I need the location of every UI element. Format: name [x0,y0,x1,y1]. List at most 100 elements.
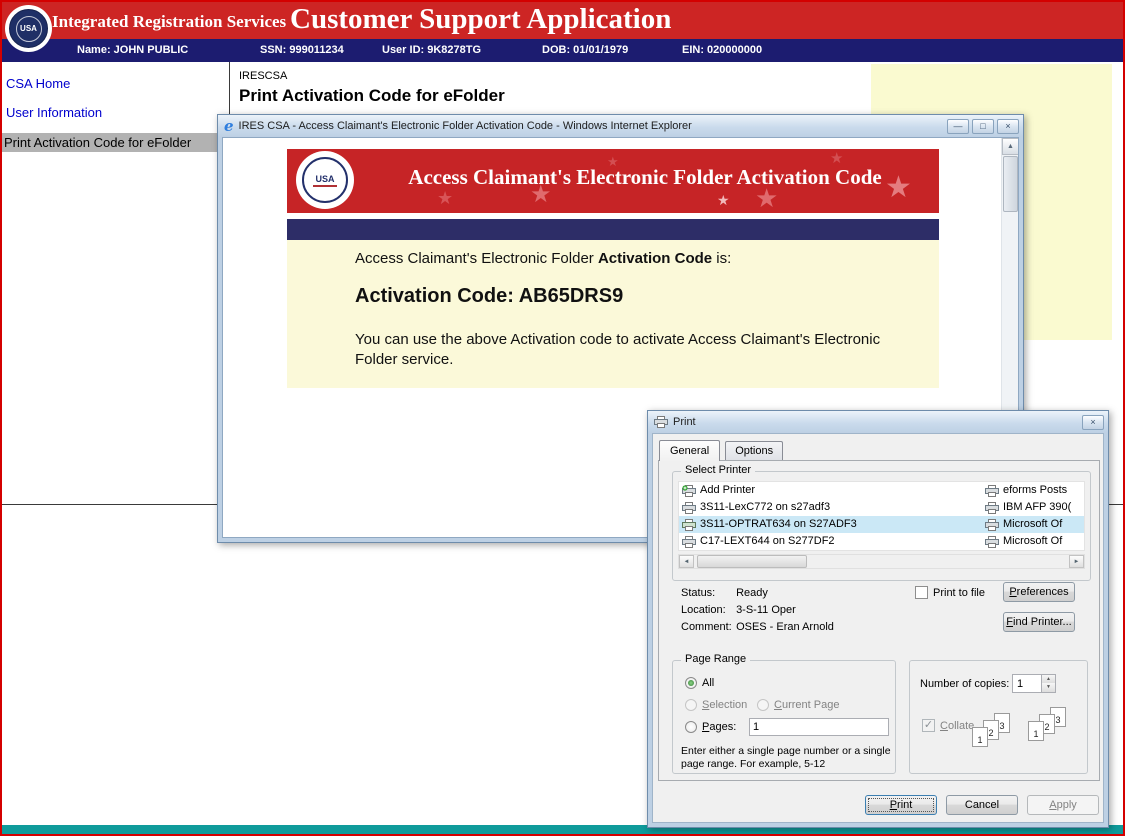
radio-all[interactable] [685,677,697,689]
scroll-left-button[interactable]: ◄ [679,555,694,568]
scroll-up-button[interactable]: ▲ [1002,138,1019,155]
printer-icon [985,519,999,531]
window-title: IRES CSA - Access Claimant's Electronic … [239,120,944,132]
radio-selection[interactable] [685,699,697,711]
maximize-button[interactable]: □ [972,119,994,134]
printer-icon [985,502,999,514]
select-printer-label: Select Printer [681,464,755,476]
collate-pages-icon: 3 2 1 3 2 1 [972,707,1084,767]
user-ssn: SSN: 999011234 [260,44,344,56]
user-name: Name: JOHN PUBLIC [77,44,188,56]
sidebar: CSA Home User Information Print Activati… [2,62,230,504]
collate-checkbox[interactable]: ✓ [922,719,935,732]
tab-general[interactable]: General [659,440,720,461]
status-label: Status: [681,587,733,599]
user-info-bar: Name: JOHN PUBLIC SSN: 999011234 User ID… [2,39,1123,62]
activation-code: Activation Code: AB65DRS9 [355,285,939,308]
scrollbar-thumb[interactable] [1003,156,1018,212]
sidebar-item-user-information[interactable]: User Information [6,105,102,120]
print-dialog-titlebar[interactable]: Print × [648,411,1108,433]
activation-message-line: Access Claimant's Electronic Folder Acti… [355,250,939,267]
select-printer-group: Select Printer Add Printer eforms Posts [672,471,1091,581]
copies-label: Number of copies: [920,678,1009,690]
printer-icon [985,536,999,548]
collate-option: ✓ Collate [922,719,974,732]
brand-title: Integrated Registration Services [52,12,286,32]
comment-value: OSES - Eran Arnold [736,621,834,633]
tab-panel-general: Select Printer Add Printer eforms Posts [658,460,1100,781]
ie-window-titlebar[interactable]: e IRES CSA - Access Claimant's Electroni… [218,115,1023,137]
apply-button[interactable]: Apply [1027,795,1099,815]
close-button[interactable]: × [1082,415,1104,430]
star-icon: ★ [717,193,730,207]
sidebar-item-print-activation-code[interactable]: Print Activation Code for eFolder [2,133,229,152]
copies-group: Number of copies: ▲ ▼ ✓ Collate 3 2 [909,660,1088,774]
tab-options[interactable]: Options [725,441,783,460]
radio-all-option: All [685,677,714,689]
banner-stripe [287,219,939,240]
printer-list: Add Printer eforms Posts 3S11-LexC772 on… [678,481,1085,551]
ssa-seal-emblem: USA [9,9,48,48]
app-header: Integrated Registration Services Custome… [2,2,1123,39]
scrollbar-thumb[interactable] [697,555,807,568]
printer-row[interactable]: C17-LEXT644 on S277DF2 Microsoft Of [679,533,1084,550]
radio-pages[interactable] [685,721,697,733]
close-button[interactable]: × [997,119,1019,134]
star-icon: ★ [830,151,843,166]
find-printer-button[interactable]: Find Printer... [1003,612,1075,632]
user-ein: EIN: 020000000 [682,44,762,56]
user-id: User ID: 9K8278TG [382,44,481,56]
ie-logo-icon: e [224,117,234,135]
printer-icon [654,416,668,428]
status-value: Ready [736,587,768,599]
banner-title: Access Claimant's Electronic Folder Acti… [357,165,933,190]
minimize-button[interactable]: — [947,119,969,134]
content-heading: Print Activation Code for eFolder [239,86,505,106]
radio-current-page[interactable] [757,699,769,711]
print-to-file-label: Print to file [933,587,985,599]
page-range-label: Page Range [681,653,750,665]
printer-icon [682,519,696,531]
radio-selection-option: Selection [685,699,747,711]
page-range-group: Page Range All Selection Current Page [672,660,896,774]
status-row: Status: Ready [681,587,768,599]
print-to-file-checkbox[interactable] [915,586,928,599]
star-icon: ★ [437,189,453,207]
sidebar-item-csa-home[interactable]: CSA Home [6,76,70,91]
preferences-button[interactable]: Preferences [1003,582,1075,602]
activation-message-box: Access Claimant's Electronic Folder Acti… [287,240,939,388]
activation-instructions: You can use the above Activation code to… [355,330,915,371]
dialog-title: Print [673,416,1079,428]
printer-icon [985,485,999,497]
print-button[interactable]: Print [865,795,937,815]
copies-input[interactable] [1013,675,1041,692]
banner-ssa-seal: USA [296,151,354,209]
print-dialog: Print × General Options Select Printer A… [647,410,1109,828]
comment-row: Comment: OSES - Eran Arnold [681,621,834,633]
cancel-button[interactable]: Cancel [946,795,1018,815]
pages-input[interactable] [749,718,889,736]
scroll-right-button[interactable]: ► [1069,555,1084,568]
ssa-seal-logo: USA [5,5,52,52]
page-range-hint: Enter either a single page number or a s… [681,745,893,771]
user-dob: DOB: 01/01/1979 [542,44,628,56]
radio-pages-option: Pages: [685,721,736,733]
add-printer-icon [682,485,696,497]
printer-row[interactable]: Add Printer eforms Posts [679,482,1084,499]
horizontal-scrollbar[interactable]: ◄ ► [678,554,1085,569]
radio-current-page-option: Current Page [757,699,839,711]
spin-down-button[interactable]: ▼ [1041,683,1055,692]
breadcrumb: IRESCSA [239,70,287,82]
app-root: Integrated Registration Services Custome… [0,0,1125,836]
printer-row-selected[interactable]: 3S11-OPTRAT634 on S27ADF3 Microsoft Of [679,516,1084,533]
collate-label: Collate [940,720,974,732]
location-label: Location: [681,604,733,616]
dialog-tabs: General Options [659,439,785,461]
location-row: Location: 3-S-11 Oper [681,604,796,616]
banner: USA ★ ★ ★ ★ ★ ★ ★ Access Claimant's Elec… [287,149,939,213]
comment-label: Comment: [681,621,733,633]
printer-icon [682,536,696,548]
printer-row[interactable]: 3S11-LexC772 on s27adf3 IBM AFP 390( [679,499,1084,516]
location-value: 3-S-11 Oper [736,604,796,616]
copies-spinner: ▲ ▼ [1012,674,1056,693]
